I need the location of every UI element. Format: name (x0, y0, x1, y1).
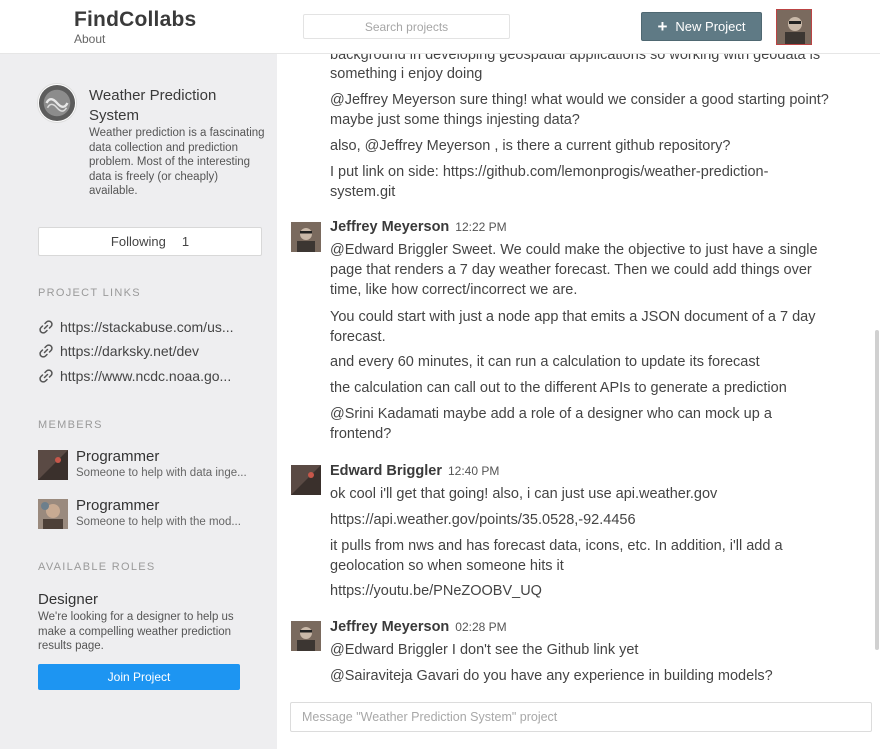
member-item[interactable]: Programmer Someone to help with the mod.… (38, 497, 266, 535)
member-name: Programmer (76, 448, 160, 465)
following-button[interactable]: Following 1 (38, 227, 262, 256)
message-line: @Edward Briggler Sweet. We could make th… (330, 242, 818, 258)
project-link-item[interactable]: https://stackabuse.com/us... (38, 316, 263, 338)
member-avatar (38, 499, 68, 529)
message-header: Jeffrey Meyerson 02:28 PM (330, 619, 507, 635)
message-line: system.git (330, 184, 396, 200)
message-line: @Srini Kadamati maybe add a role of a de… (330, 406, 772, 422)
message-input[interactable] (290, 702, 872, 732)
user-avatar[interactable] (776, 9, 812, 45)
message-line: @Edward Briggler I don't see the Github … (330, 642, 639, 658)
project-title: Weather Prediction System (89, 87, 217, 124)
following-label: Following (110, 234, 166, 249)
message-author-avatar[interactable] (291, 222, 321, 252)
link-icon (39, 344, 53, 358)
message-time: 12:40 PM (448, 464, 500, 478)
message-header: Edward Briggler 12:40 PM (330, 463, 499, 479)
message-header: Jeffrey Meyerson 12:22 PM (330, 219, 507, 235)
new-project-button[interactable]: + New Project (641, 12, 762, 41)
project-links-heading: PROJECT LINKS (38, 287, 141, 299)
message-line: forecast. (330, 329, 386, 345)
message-line: You could start with just a node app tha… (330, 309, 816, 325)
member-item[interactable]: Programmer Someone to help with data ing… (38, 448, 266, 486)
chat-scrollbar[interactable] (875, 330, 879, 650)
brand-logo[interactable]: FindCollabs (74, 8, 196, 32)
new-project-label: New Project (675, 19, 746, 34)
message-line: @Jeffrey Meyerson sure thing! what would… (330, 92, 829, 108)
project-link-item[interactable]: https://www.ncdc.noaa.go... (38, 365, 263, 387)
message-author[interactable]: Jeffrey Meyerson (330, 219, 449, 235)
message-line: and every 60 minutes, it can run a calcu… (330, 354, 760, 370)
project-description: Weather prediction is a fascinating data… (89, 127, 265, 197)
following-count: 1 (181, 234, 190, 249)
message-line: https://api.weather.gov/points/35.0528,-… (330, 512, 636, 528)
project-sidebar: Weather Prediction System Weather predic… (0, 54, 277, 749)
message-line: maybe just some things injesting data? (330, 112, 580, 128)
message-author[interactable]: Jeffrey Meyerson (330, 619, 449, 635)
member-name: Programmer (76, 497, 160, 514)
available-roles-heading: AVAILABLE ROLES (38, 561, 156, 573)
message-author-avatar[interactable] (291, 621, 321, 651)
message-line: page that renders a 7 day weather foreca… (330, 262, 812, 278)
message-line: time, like how correct/incorrect we are. (330, 282, 578, 298)
link-icon (39, 369, 53, 383)
message-line: I put link on side: https://github.com/l… (330, 164, 769, 180)
message-line: something i enjoy doing (330, 66, 483, 82)
message-author[interactable]: Edward Briggler (330, 463, 442, 479)
message-line: geolocation so when someone hits it (330, 558, 564, 574)
join-project-button[interactable]: Join Project (38, 664, 240, 690)
members-heading: MEMBERS (38, 419, 103, 431)
message-line: also, @Jeffrey Meyerson , is there a cur… (330, 138, 731, 154)
chat-feed[interactable]: background in developing geospatial appl… (277, 54, 880, 692)
about-link[interactable]: About (74, 32, 105, 46)
message-line: @Sairaviteja Gavari do you have any expe… (330, 668, 773, 684)
message-line: ok cool i'll get that going! also, i can… (330, 486, 718, 502)
member-avatar (38, 450, 68, 480)
plus-icon: + (657, 17, 668, 36)
link-icon (39, 320, 53, 334)
project-logo-icon (37, 83, 77, 123)
message-author-avatar[interactable] (291, 465, 321, 495)
message-line: frontend? (330, 426, 392, 442)
project-link-text: https://darksky.net/dev (60, 343, 200, 359)
project-link-text: https://www.ncdc.noaa.go... (60, 368, 232, 384)
top-header: FindCollabs About + New Project (0, 0, 880, 54)
project-link-text: https://stackabuse.com/us... (60, 319, 234, 335)
member-role: Someone to help with the mod... (76, 516, 241, 528)
message-line: it pulls from nws and has forecast data,… (330, 538, 783, 554)
project-link-item[interactable]: https://darksky.net/dev (38, 340, 263, 362)
role-description: We're looking for a designer to help us … (38, 611, 234, 652)
message-time: 12:22 PM (455, 220, 507, 234)
message-line: the calculation can call out to the diff… (330, 380, 787, 396)
member-role: Someone to help with data inge... (76, 467, 247, 479)
message-time: 02:28 PM (455, 620, 507, 634)
message-line: https://youtu.be/PNeZOOBV_UQ (330, 583, 542, 599)
role-name: Designer (38, 591, 99, 608)
search-input[interactable] (303, 14, 510, 39)
